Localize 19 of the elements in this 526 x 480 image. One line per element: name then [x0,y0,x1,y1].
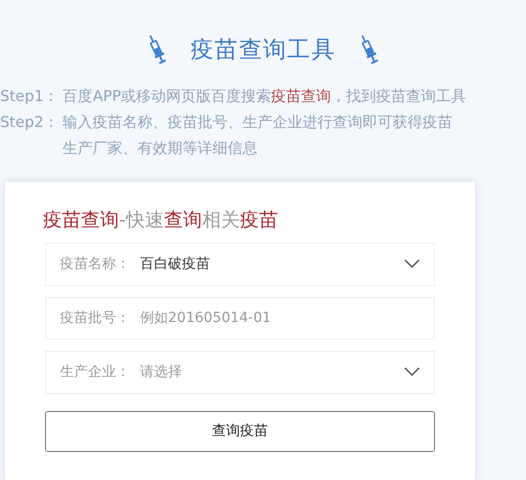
chevron-down-icon [404,259,420,269]
step-label: Step2： [0,112,59,133]
chevron-down-icon [404,367,420,377]
field-value: 百白破疫苗 [140,254,211,274]
field-label: 生产企业： [60,362,131,382]
card-title: 疫苗查询-快速查询相关疫苗 [43,208,279,233]
page-title: 疫苗查询工具 [190,36,336,65]
select-field[interactable]: 疫苗名称： 百白破疫苗 [45,242,435,286]
step-text: 输入疫苗名称、疫苗批号、生产企业进行查询即可获得疫苗 [62,112,454,132]
text-input[interactable]: 例如201605014-01 [140,308,420,328]
step-text: 生产厂家、有效期等详细信息 [62,138,259,158]
syringe-icon [146,34,167,66]
syringe-icon [359,34,380,66]
field-label: 疫苗批号： [60,308,131,328]
step-label: Step1： [0,86,59,106]
field-label: 疫苗名称： [60,254,131,274]
step-text: 百度APP或移动网页版百度搜索疫苗查询，找到疫苗查询工具 [62,86,468,106]
search-button[interactable]: 查询疫苗 [45,410,435,452]
field-value: 请选择 [140,362,183,382]
